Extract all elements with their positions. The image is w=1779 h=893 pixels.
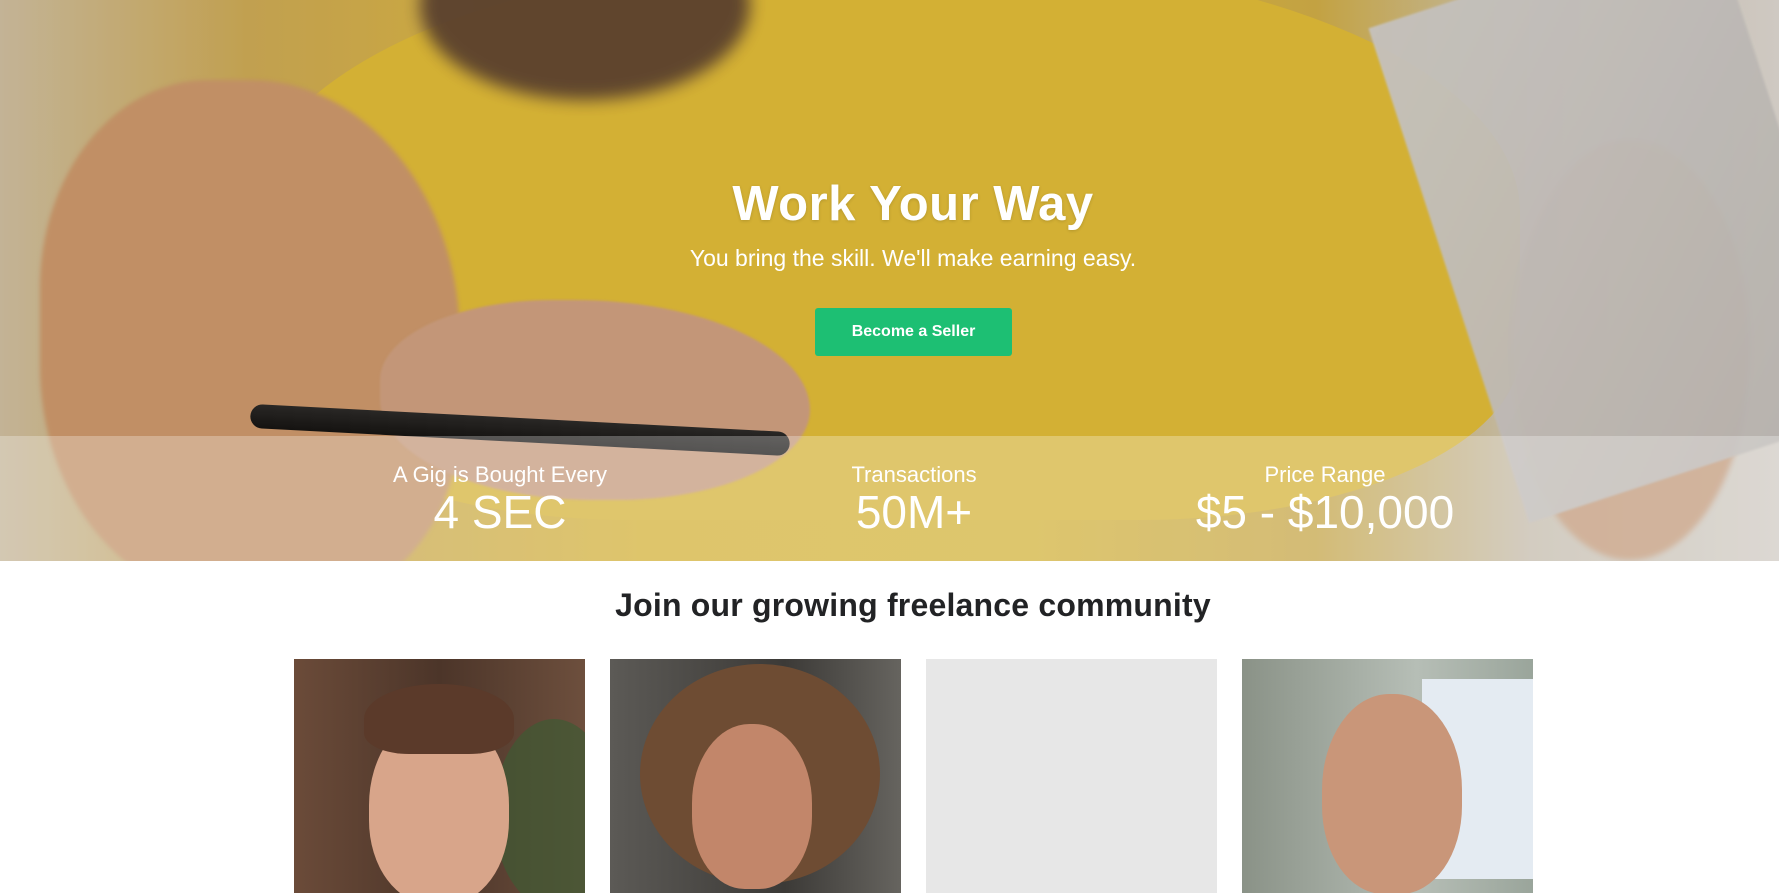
- stat-label: A Gig is Bought Every: [393, 462, 607, 487]
- stat-gig-frequency: A Gig is Bought Every 4 SEC: [380, 436, 620, 561]
- community-title: Join our growing freelance community: [615, 587, 1211, 623]
- stat-transactions: Transactions 50M+: [814, 436, 1014, 561]
- hero-subtitle: You bring the skill. We'll make earning …: [689, 245, 1137, 271]
- community-card[interactable]: [1242, 659, 1533, 893]
- hero-title: Work Your Way: [732, 177, 1094, 231]
- hero-section: Work Your Way You bring the skill. We'll…: [0, 0, 1779, 561]
- community-card[interactable]: [294, 659, 585, 893]
- person-hair: [364, 684, 514, 754]
- stat-price-range: Price Range $5 - $10,000: [1175, 436, 1475, 561]
- stat-label: Transactions: [851, 462, 977, 487]
- stat-label: Price Range: [1264, 462, 1386, 487]
- seller-landing-page: Work Your Way You bring the skill. We'll…: [0, 0, 1779, 893]
- person-photo: [692, 724, 812, 889]
- stat-value: 4 SEC: [433, 486, 567, 538]
- become-seller-button[interactable]: Become a Seller: [815, 308, 1012, 356]
- stats-bar: A Gig is Bought Every 4 SEC Transactions…: [0, 436, 1779, 561]
- stat-value: 50M+: [855, 486, 973, 538]
- stat-value: $5 - $10,000: [1195, 486, 1455, 538]
- community-card-placeholder[interactable]: [926, 659, 1217, 893]
- person-photo: [1322, 694, 1462, 893]
- community-card[interactable]: [610, 659, 901, 893]
